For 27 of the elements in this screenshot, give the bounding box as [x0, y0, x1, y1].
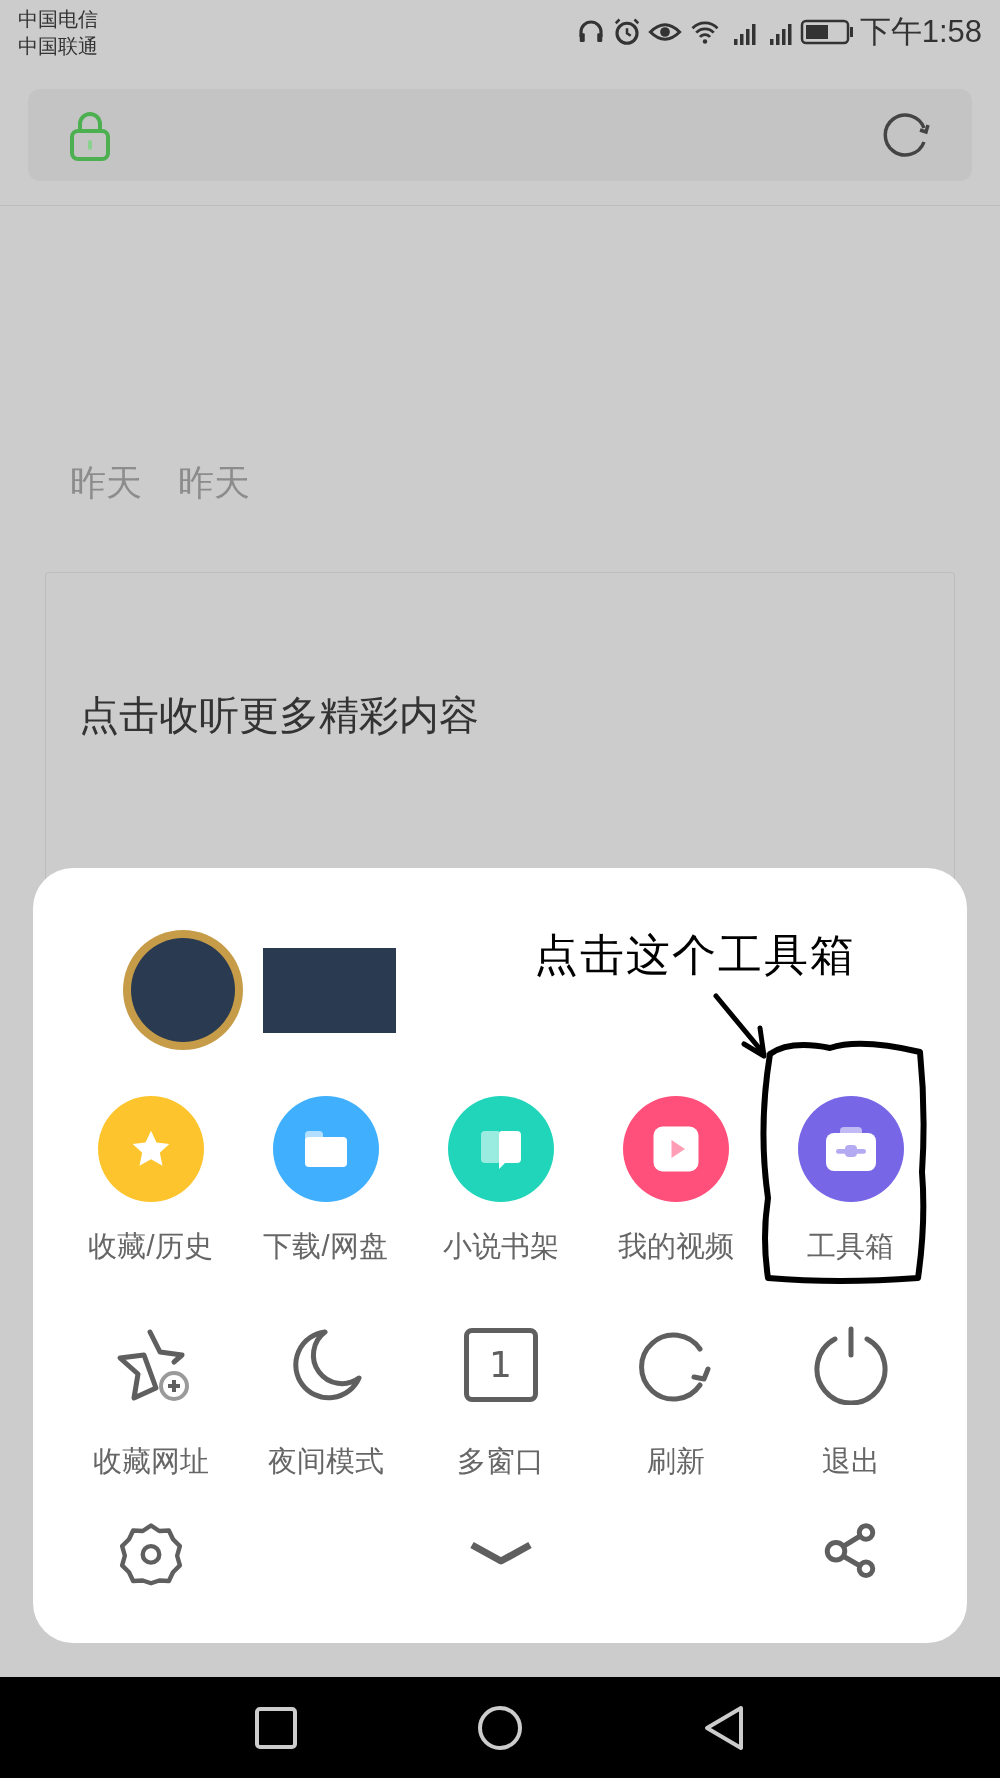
action-button[interactable]: 收藏网址 — [63, 1325, 238, 1476]
window-count-icon: 1 — [463, 1328, 538, 1402]
toolbox-icon — [823, 1125, 878, 1173]
shortcut-button[interactable]: 工具箱 — [763, 1096, 938, 1261]
shortcut-button[interactable]: 小说书架 — [413, 1096, 588, 1261]
annotation-text: 点击这个工具箱 — [534, 928, 856, 982]
battery-icon — [799, 18, 854, 45]
recent-apps-icon[interactable] — [255, 1706, 297, 1749]
post-date: 昨天 — [70, 461, 142, 505]
shortcut-button[interactable]: 下载/网盘 — [238, 1096, 413, 1261]
settings-icon[interactable] — [117, 1520, 184, 1586]
action-button[interactable]: 夜间模式 — [238, 1325, 413, 1476]
clock-time: 下午1:58 — [859, 16, 982, 47]
shortcut-button[interactable]: 收藏/历史 — [63, 1096, 238, 1261]
post-date: 昨天 — [178, 461, 250, 505]
power-icon — [812, 1325, 889, 1405]
action-button[interactable]: 退出 — [763, 1325, 938, 1476]
shortcut-button[interactable]: 我的视频 — [588, 1096, 763, 1261]
refresh-icon[interactable] — [882, 110, 932, 160]
carrier-name: 中国联通 — [18, 34, 98, 59]
carrier-name: 中国电信 — [18, 7, 98, 32]
back-icon[interactable] — [703, 1704, 745, 1751]
action-button[interactable]: 1 多窗口 — [413, 1325, 588, 1476]
lock-icon — [68, 109, 112, 161]
listen-prompt: 点击收听更多精彩内容 — [79, 692, 480, 739]
home-icon[interactable] — [477, 1704, 523, 1751]
action-button[interactable]: 刷新 — [588, 1325, 763, 1476]
